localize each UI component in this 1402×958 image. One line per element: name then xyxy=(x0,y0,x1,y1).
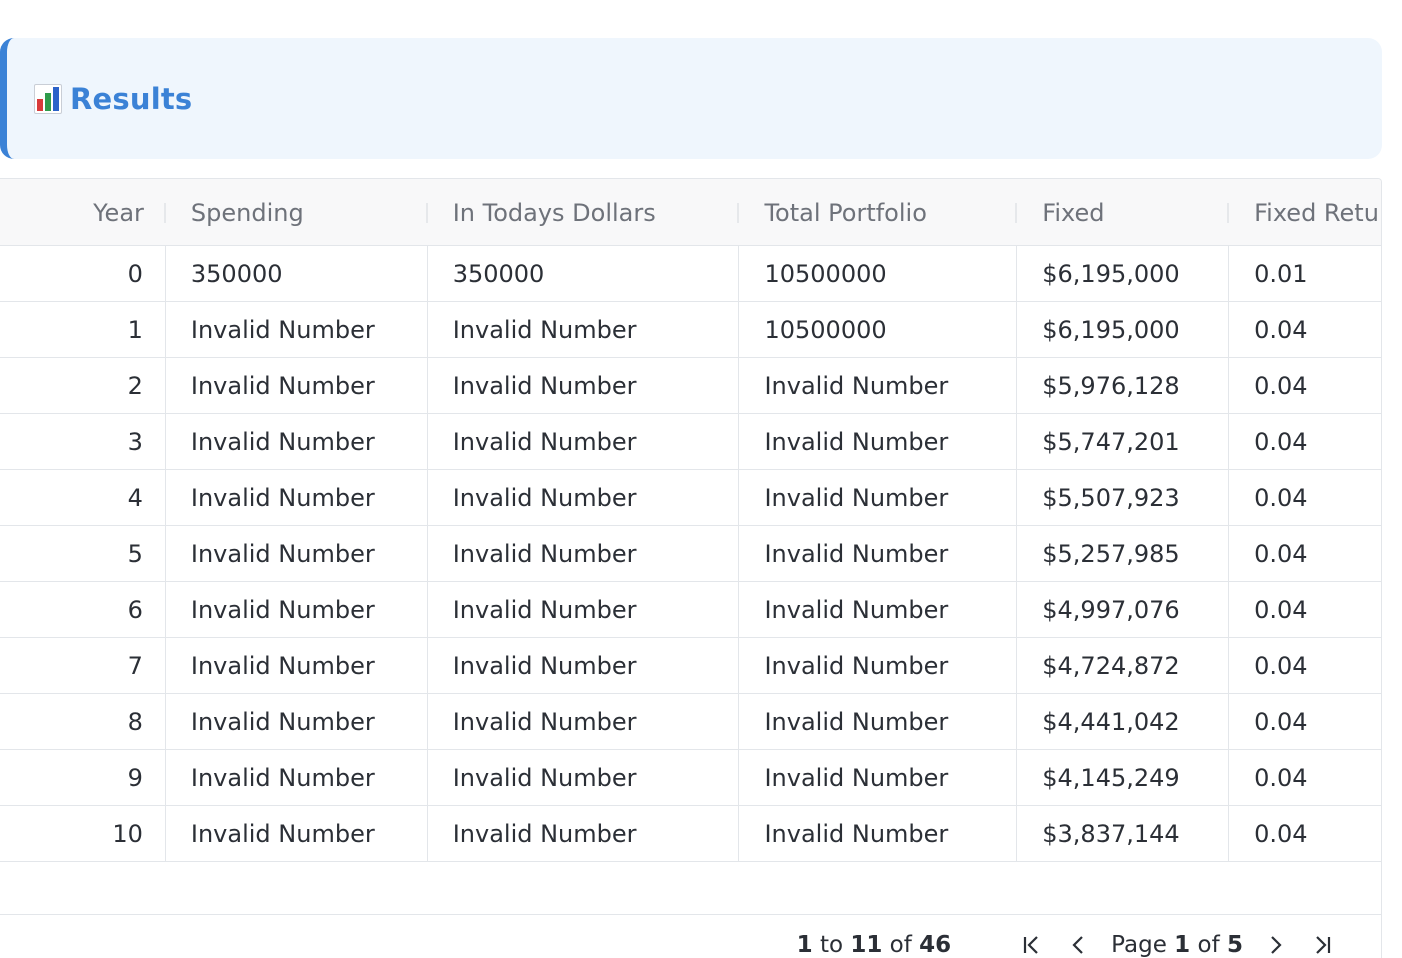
cell-fixed-return[interactable]: 0.04 xyxy=(1229,582,1381,637)
cell-fixed[interactable]: $5,747,201 xyxy=(1017,414,1230,469)
cell-in-todays-dollars[interactable]: 350000 xyxy=(428,246,740,301)
results-banner: Results xyxy=(0,38,1382,159)
cell-total-portfolio[interactable]: Invalid Number xyxy=(739,694,1018,749)
cell-fixed-return[interactable]: 0.01 xyxy=(1229,246,1381,301)
cell-spending[interactable]: Invalid Number xyxy=(166,414,428,469)
cell-spending[interactable]: Invalid Number xyxy=(166,638,428,693)
cell-in-todays-dollars[interactable]: Invalid Number xyxy=(428,582,740,637)
table-row[interactable]: 1 Invalid Number Invalid Number 10500000 $6,… xyxy=(0,302,1381,358)
cell-fixed-return[interactable]: 0.04 xyxy=(1229,470,1381,525)
results-title: Results xyxy=(70,81,193,116)
cell-year[interactable]: 9 xyxy=(0,750,166,805)
table-row[interactable]: 4 Invalid Number Invalid Number Invalid Num… xyxy=(0,470,1381,526)
cell-total-portfolio[interactable]: Invalid Number xyxy=(739,526,1018,581)
cell-year[interactable]: 4 xyxy=(0,470,166,525)
cell-year[interactable]: 6 xyxy=(0,582,166,637)
cell-in-todays-dollars[interactable]: Invalid Number xyxy=(428,470,740,525)
table-row[interactable]: 5 Invalid Number Invalid Number Invalid Num… xyxy=(0,526,1381,582)
cell-in-todays-dollars[interactable]: Invalid Number xyxy=(428,302,740,357)
table-row[interactable]: 3 Invalid Number Invalid Number Invalid Num… xyxy=(0,414,1381,470)
previous-page-icon[interactable] xyxy=(1066,933,1090,957)
cell-in-todays-dollars[interactable]: Invalid Number xyxy=(428,694,740,749)
last-page-icon[interactable] xyxy=(1310,933,1334,957)
page-indicator: Page 1 of 5 xyxy=(1111,932,1243,958)
column-header-year[interactable]: Year xyxy=(0,179,166,246)
cell-spending[interactable]: Invalid Number xyxy=(166,470,428,525)
cell-fixed[interactable]: $3,837,144 xyxy=(1017,806,1230,861)
cell-in-todays-dollars[interactable]: Invalid Number xyxy=(428,358,740,413)
cell-spending[interactable]: Invalid Number xyxy=(166,806,428,861)
cell-fixed[interactable]: $5,507,923 xyxy=(1017,470,1230,525)
table-row[interactable]: 0 350000 350000 10500000 $6,195,000 0.01 xyxy=(0,246,1381,302)
cell-year[interactable]: 0 xyxy=(0,246,166,301)
cell-fixed[interactable]: $4,145,249 xyxy=(1017,750,1230,805)
cell-fixed[interactable]: $4,997,076 xyxy=(1017,582,1230,637)
cell-fixed-return[interactable]: 0.04 xyxy=(1229,526,1381,581)
table-row[interactable]: 9 Invalid Number Invalid Number Invalid Num… xyxy=(0,750,1381,806)
table-body: 0 350000 350000 10500000 $6,195,000 0.01 1 Inva… xyxy=(0,246,1381,862)
footer-divider xyxy=(0,914,1381,915)
cell-total-portfolio[interactable]: Invalid Number xyxy=(739,750,1018,805)
cell-fixed-return[interactable]: 0.04 xyxy=(1229,358,1381,413)
cell-year[interactable]: 5 xyxy=(0,526,166,581)
cell-fixed-return[interactable]: 0.04 xyxy=(1229,750,1381,805)
cell-in-todays-dollars[interactable]: Invalid Number xyxy=(428,638,740,693)
next-page-icon[interactable] xyxy=(1264,933,1288,957)
cell-year[interactable]: 10 xyxy=(0,806,166,861)
cell-fixed[interactable]: $6,195,000 xyxy=(1017,246,1230,301)
cell-total-portfolio[interactable]: 10500000 xyxy=(739,302,1018,357)
cell-fixed[interactable]: $5,976,128 xyxy=(1017,358,1230,413)
cell-year[interactable]: 7 xyxy=(0,638,166,693)
cell-total-portfolio[interactable]: 10500000 xyxy=(739,246,1018,301)
cell-year[interactable]: 1 xyxy=(0,302,166,357)
cell-spending[interactable]: 350000 xyxy=(166,246,428,301)
cell-fixed-return[interactable]: 0.04 xyxy=(1229,414,1381,469)
bar-chart-icon xyxy=(34,83,62,114)
cell-total-portfolio[interactable]: Invalid Number xyxy=(739,470,1018,525)
cell-in-todays-dollars[interactable]: Invalid Number xyxy=(428,414,740,469)
results-table: Year Spending In Todays Dollars Total Po… xyxy=(0,178,1382,958)
cell-fixed-return[interactable]: 0.04 xyxy=(1229,806,1381,861)
cell-in-todays-dollars[interactable]: Invalid Number xyxy=(428,806,740,861)
cell-year[interactable]: 2 xyxy=(0,358,166,413)
cell-spending[interactable]: Invalid Number xyxy=(166,694,428,749)
cell-total-portfolio[interactable]: Invalid Number xyxy=(739,806,1018,861)
column-header-fixed-return[interactable]: Fixed Return xyxy=(1229,179,1381,246)
cell-fixed[interactable]: $6,195,000 xyxy=(1017,302,1230,357)
cell-spending[interactable]: Invalid Number xyxy=(166,358,428,413)
column-header-total-portfolio[interactable]: Total Portfolio xyxy=(739,179,1018,246)
table-row[interactable]: 8 Invalid Number Invalid Number Invalid Num… xyxy=(0,694,1381,750)
cell-fixed-return[interactable]: 0.04 xyxy=(1229,638,1381,693)
table-row[interactable]: 2 Invalid Number Invalid Number Invalid Num… xyxy=(0,358,1381,414)
cell-total-portfolio[interactable]: Invalid Number xyxy=(739,414,1018,469)
cell-fixed[interactable]: $4,441,042 xyxy=(1017,694,1230,749)
cell-total-portfolio[interactable]: Invalid Number xyxy=(739,638,1018,693)
cell-spending[interactable]: Invalid Number xyxy=(166,302,428,357)
column-header-fixed[interactable]: Fixed xyxy=(1017,179,1230,246)
cell-total-portfolio[interactable]: Invalid Number xyxy=(739,358,1018,413)
cell-in-todays-dollars[interactable]: Invalid Number xyxy=(428,526,740,581)
column-header-in-todays-dollars[interactable]: In Todays Dollars xyxy=(428,179,740,246)
cell-year[interactable]: 8 xyxy=(0,694,166,749)
pagination-bar: 1 to 11 of 46 Page 1 of 5 xyxy=(797,932,1345,958)
cell-total-portfolio[interactable]: Invalid Number xyxy=(739,582,1018,637)
cell-spending[interactable]: Invalid Number xyxy=(166,750,428,805)
column-header-spending[interactable]: Spending xyxy=(166,179,428,246)
row-count-summary: 1 to 11 of 46 xyxy=(796,932,952,958)
first-page-icon[interactable] xyxy=(1020,933,1044,957)
table-row[interactable]: 10 Invalid Number Invalid Number Invalid Nu… xyxy=(0,806,1381,862)
table-row[interactable]: 7 Invalid Number Invalid Number Invalid Num… xyxy=(0,638,1381,694)
cell-fixed-return[interactable]: 0.04 xyxy=(1229,302,1381,357)
cell-spending[interactable]: Invalid Number xyxy=(166,526,428,581)
cell-spending[interactable]: Invalid Number xyxy=(166,582,428,637)
cell-fixed-return[interactable]: 0.04 xyxy=(1229,694,1381,749)
cell-fixed[interactable]: $5,257,985 xyxy=(1017,526,1230,581)
cell-fixed[interactable]: $4,724,872 xyxy=(1017,638,1230,693)
cell-in-todays-dollars[interactable]: Invalid Number xyxy=(428,750,740,805)
table-header: Year Spending In Todays Dollars Total Po… xyxy=(0,179,1381,246)
table-row[interactable]: 6 Invalid Number Invalid Number Invalid Num… xyxy=(0,582,1381,638)
cell-year[interactable]: 3 xyxy=(0,414,166,469)
